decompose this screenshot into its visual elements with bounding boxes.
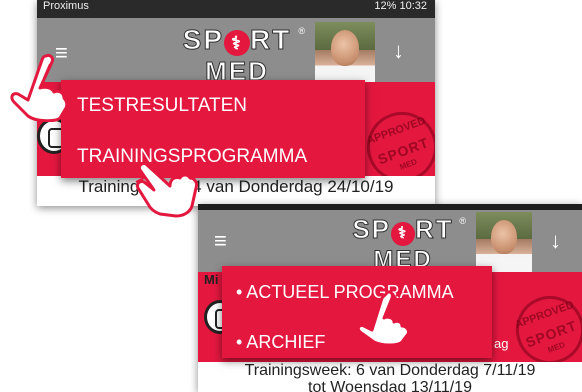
carrier-name: Proximus: [43, 0, 89, 12]
tap-hand-icon: [356, 290, 410, 346]
status-bar: Proximus 12% 10:32: [37, 0, 435, 18]
app-toolbar: ≡ SP ⚕ RT MED ® ↓: [37, 18, 435, 86]
main-dropdown-menu: TESTRESULTATEN TRAININGSPROGRAMMA: [61, 80, 365, 178]
partial-label-right: ag: [494, 336, 509, 351]
sportmed-logo: SP ⚕ RT MED ®: [352, 214, 466, 273]
screenshot-trainings-menu: Proximus 12% 10:32 ≡ SP ⚕ RT MED ® ↓ APPRO…: [37, 0, 435, 206]
download-arrow-icon[interactable]: ↓: [393, 38, 404, 64]
partial-label-left: Mi: [204, 272, 219, 287]
app-toolbar: ≡ SP ⚕ RT MED ® ↓: [198, 210, 582, 272]
tap-hand-icon: [133, 162, 198, 218]
training-week-line2: tot Woensdag 13/11/19: [308, 379, 472, 392]
hamburger-menu-icon[interactable]: ≡: [214, 230, 227, 252]
sportmed-logo: SP ⚕ RT MED ®: [182, 24, 305, 86]
download-arrow-icon[interactable]: ↓: [550, 228, 561, 254]
user-avatar[interactable]: [315, 22, 375, 84]
status-battery-time: 12% 10:32: [374, 0, 427, 12]
pointing-hand-icon: [10, 54, 69, 122]
user-avatar[interactable]: [476, 212, 532, 272]
training-week-label: Trainingsweek 4 van Donderdag 24/10/19: [37, 176, 435, 206]
menu-item-trainingsprogramma[interactable]: TRAININGSPROGRAMMA: [77, 146, 365, 168]
training-week-label: Trainingsweek: 6 van Donderdag 7/11/19 t…: [198, 362, 582, 392]
training-week-line1: Trainingsweek: 6 van Donderdag 7/11/19: [244, 362, 536, 379]
menu-item-testresultaten[interactable]: TESTRESULTATEN: [77, 95, 365, 117]
